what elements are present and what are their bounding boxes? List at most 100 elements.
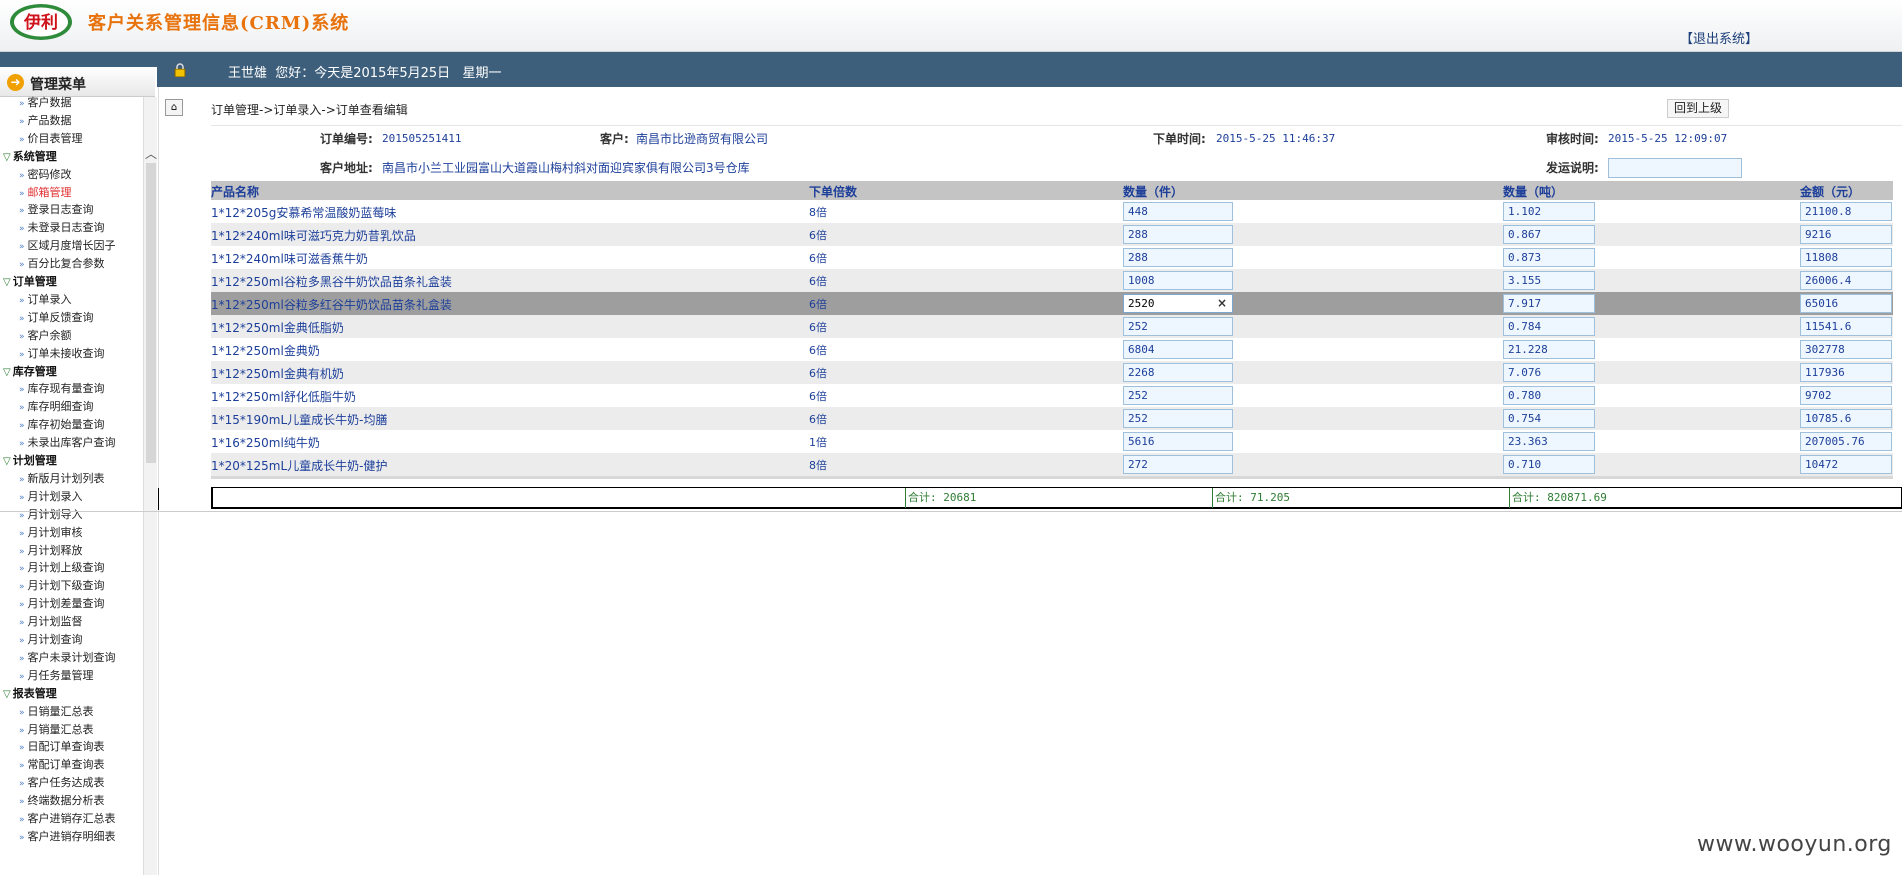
divider: [158, 87, 159, 875]
sidebar-menu-item[interactable]: » 价目表管理: [19, 130, 83, 146]
amount-input[interactable]: 9216: [1800, 225, 1892, 244]
qty-pieces-input[interactable]: 288: [1123, 248, 1233, 267]
scrollbar-thumb[interactable]: [146, 163, 156, 463]
qty-pieces-input[interactable]: 448: [1123, 202, 1233, 221]
qty-pieces-input[interactable]: 252: [1123, 386, 1233, 405]
table-row[interactable]: 1*12*250ml金典低脂奶 6倍 252 0.784 11541.6: [211, 315, 1893, 338]
sidebar-menu-item[interactable]: » 库存初始量查询: [19, 416, 105, 432]
sidebar-menu-item[interactable]: » 客户进销存汇总表: [19, 810, 116, 826]
sidebar-menu-item[interactable]: » 客户未录计划查询: [19, 649, 116, 665]
sidebar-menu-item[interactable]: » 月任务量管理: [19, 667, 94, 683]
back-button[interactable]: 回到上级: [1667, 99, 1730, 118]
sidebar-menu-item[interactable]: » 月计划释放: [19, 542, 83, 558]
sidebar-menu-item[interactable]: » 新版月计划列表: [19, 470, 105, 486]
qty-tons-input[interactable]: 7.076: [1503, 363, 1595, 382]
sidebar-menu-item[interactable]: » 邮箱管理: [19, 184, 72, 200]
sidebar-menu-item[interactable]: » 月计划导入: [19, 506, 83, 522]
sidebar-menu-item[interactable]: » 月计划查询: [19, 631, 83, 647]
amount-input[interactable]: 11808: [1800, 248, 1892, 267]
table-row[interactable]: 1*20*125mL儿童成长牛奶-健护 8倍 272 0.710 10472: [211, 453, 1893, 476]
table-row[interactable]: 1*12*205g安慕希常温酸奶蓝莓味 8倍 448 1.102 21100.8: [211, 200, 1893, 223]
amount-input[interactable]: 11541.6: [1800, 317, 1892, 336]
qty-tons-input[interactable]: 0.784: [1503, 317, 1595, 336]
sidebar-menu-item[interactable]: » 客户余额: [19, 327, 72, 343]
qty-pieces-input[interactable]: 272: [1123, 455, 1233, 474]
sidebar-scrollbar[interactable]: ︿: [143, 97, 157, 875]
amount-input[interactable]: 117936: [1800, 363, 1892, 382]
sidebar-menu-item[interactable]: » 密码修改: [19, 166, 72, 182]
logout-link[interactable]: 【退出系统】: [1680, 28, 1758, 47]
table-row[interactable]: 1*12*250ml舒化低脂牛奶 6倍 252 0.780 9702: [211, 384, 1893, 407]
qty-pieces-input[interactable]: 252: [1123, 317, 1233, 336]
qty-pieces-input[interactable]: 2268: [1123, 363, 1233, 382]
qty-tons-input[interactable]: 0.780: [1503, 386, 1595, 405]
qty-tons-input[interactable]: 23.363: [1503, 432, 1595, 451]
amount-input[interactable]: 207005.76: [1800, 432, 1892, 451]
qty-tons-input[interactable]: 1.102: [1503, 202, 1595, 221]
table-row[interactable]: 1*12*250ml谷粒多红谷牛奶饮品苗条礼盒装 6倍 2520 7.917 65016…: [211, 292, 1893, 315]
sidebar-menu-item[interactable]: » 库存明细查询: [19, 398, 94, 414]
qty-tons-input[interactable]: 0.867: [1503, 225, 1595, 244]
sidebar-menu-item[interactable]: » 库存现有量查询: [19, 380, 105, 396]
sidebar-menu-item[interactable]: » 客户数据: [19, 94, 72, 110]
sidebar-menu-item[interactable]: » 常配订单查询表: [19, 756, 105, 772]
sidebar-menu-item[interactable]: » 月计划监督: [19, 613, 83, 629]
sidebar-menu-item[interactable]: » 登录日志查询: [19, 201, 94, 217]
clear-input-icon[interactable]: ×: [1217, 296, 1227, 310]
qty-tons-input[interactable]: 7.917: [1503, 294, 1595, 313]
amount-input[interactable]: 21100.8: [1800, 202, 1892, 221]
qty-tons-input[interactable]: 0.754: [1503, 409, 1595, 428]
table-row[interactable]: 1*16*250ml纯牛奶 1倍 5616 23.363 207005.76: [211, 430, 1893, 453]
sidebar-menu-item[interactable]: » 日销量汇总表: [19, 703, 94, 719]
sidebar-menu-item[interactable]: » 订单未接收查询: [19, 345, 105, 361]
sidebar-menu-item[interactable]: » 未录出库客户查询: [19, 434, 116, 450]
sidebar-menu-item[interactable]: » 日配订单查询表: [19, 738, 105, 754]
amount-input[interactable]: 65016: [1800, 294, 1892, 313]
menu-group[interactable]: ▽ 系统管理: [3, 148, 57, 164]
menu-group[interactable]: ▽ 报表管理: [3, 685, 57, 701]
qty-pieces-input[interactable]: 6804: [1123, 340, 1233, 359]
sidebar-menu-item[interactable]: » 月计划差量查询: [19, 595, 105, 611]
amount-input[interactable]: 26006.4: [1800, 271, 1892, 290]
table-row[interactable]: 1*15*190mL儿童成长牛奶-均膳 6倍 252 0.754 10785.6: [211, 407, 1893, 430]
qty-pieces-input[interactable]: 288: [1123, 225, 1233, 244]
qty-tons-input[interactable]: 3.155: [1503, 271, 1595, 290]
qty-tons-input[interactable]: 21.228: [1503, 340, 1595, 359]
table-row[interactable]: 1*12*250ml谷粒多黑谷牛奶饮品苗条礼盒装 6倍 1008 3.155 26006…: [211, 269, 1893, 292]
sidebar-menu-item[interactable]: » 月销量汇总表: [19, 721, 94, 737]
qty-pieces-input[interactable]: 252: [1123, 409, 1233, 428]
sidebar-menu-item[interactable]: » 未登录日志查询: [19, 219, 105, 235]
qty-tons-input[interactable]: 0.873: [1503, 248, 1595, 267]
amount-input[interactable]: 10785.6: [1800, 409, 1892, 428]
home-icon[interactable]: ⌂: [165, 99, 183, 116]
qty-tons-input[interactable]: 0.710: [1503, 455, 1595, 474]
sidebar-menu-item[interactable]: » 客户进销存明细表: [19, 828, 116, 844]
amount-input[interactable]: 302778: [1800, 340, 1892, 359]
menu-group[interactable]: ▽ 计划管理: [3, 452, 57, 468]
qty-pieces-input[interactable]: 1008: [1123, 271, 1233, 290]
sidebar-menu-item-label: 月计划上级查询: [27, 561, 105, 575]
amount-input[interactable]: 9702: [1800, 386, 1892, 405]
qty-pieces-input[interactable]: 5616: [1123, 432, 1233, 451]
table-scroll-strip[interactable]: [211, 476, 1893, 479]
sidebar-menu-item[interactable]: » 月计划上级查询: [19, 559, 105, 575]
sidebar-menu-item[interactable]: » 订单反馈查询: [19, 309, 94, 325]
sidebar-menu-item[interactable]: » 月计划审核: [19, 524, 83, 540]
scroll-up-icon[interactable]: ︿: [144, 147, 158, 161]
sidebar-menu-item[interactable]: » 订单录入: [19, 291, 72, 307]
table-row[interactable]: 1*12*250ml金典奶 6倍 6804 21.228 302778: [211, 338, 1893, 361]
sidebar-menu-item[interactable]: » 客户任务达成表: [19, 774, 105, 790]
sidebar-menu-item[interactable]: » 月计划录入: [19, 488, 83, 504]
table-row[interactable]: 1*12*250ml金典有机奶 6倍 2268 7.076 117936: [211, 361, 1893, 384]
sidebar-menu-item[interactable]: » 百分比复合参数: [19, 255, 105, 271]
sidebar-menu-item[interactable]: » 月计划下级查询: [19, 577, 105, 593]
table-row[interactable]: 1*12*240ml味可滋香蕉牛奶 6倍 288 0.873 11808: [211, 246, 1893, 269]
sidebar-menu-item[interactable]: » 产品数据: [19, 112, 72, 128]
shipping-note-input[interactable]: [1608, 158, 1742, 178]
sidebar-menu-item[interactable]: » 区域月度增长因子: [19, 237, 116, 253]
menu-group[interactable]: ▽ 订单管理: [3, 273, 57, 289]
amount-input[interactable]: 10472: [1800, 455, 1892, 474]
menu-group[interactable]: ▽ 库存管理: [3, 363, 57, 379]
table-row[interactable]: 1*12*240ml味可滋巧克力奶昔乳饮品 6倍 288 0.867 9216: [211, 223, 1893, 246]
sidebar-menu-item[interactable]: » 终端数据分析表: [19, 792, 105, 808]
